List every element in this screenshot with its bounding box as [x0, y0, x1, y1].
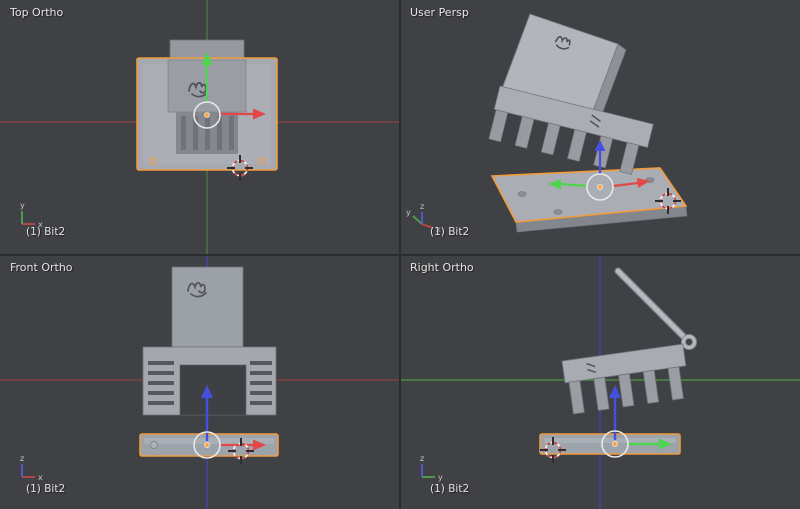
viewport-user-persp[interactable]: User Persp x y z (1) Bit2: [400, 0, 800, 255]
viewport-status: (1) Bit2: [430, 483, 470, 495]
gizmo-axis-label-y: y: [438, 473, 443, 482]
viewport-status: (1) Bit2: [26, 483, 66, 495]
viewport-top-ortho[interactable]: Top Ortho x y (1) Bit2: [0, 0, 400, 255]
blender-quad-view: Top Ortho x y (1) Bit2 User Persp x y z …: [0, 0, 800, 509]
gizmo-axis-label-y: y: [20, 201, 25, 210]
scene-top-ortho[interactable]: x y: [0, 0, 400, 255]
viewport-label: Front Ortho: [10, 261, 73, 274]
gizmo-axis-label-z: z: [420, 202, 424, 211]
scene-user-persp[interactable]: x y z: [400, 0, 800, 255]
gizmo-axis-label-y: y: [406, 208, 411, 217]
gizmo-axis-label-z: z: [420, 454, 424, 463]
viewport-status: (1) Bit2: [26, 226, 66, 238]
mini-axis-gizmo: x y: [20, 201, 43, 229]
viewport-right-ortho[interactable]: Right Ortho y z (1) Bit2: [400, 255, 800, 509]
viewport-status: (1) Bit2: [430, 226, 470, 238]
mini-axis-gizmo: x z: [20, 454, 43, 482]
scene-right-ortho[interactable]: y z: [400, 255, 800, 509]
scene-front-ortho[interactable]: x z: [0, 255, 400, 509]
viewport-separator-horizontal[interactable]: [0, 254, 800, 256]
object-pin-rod[interactable]: [614, 267, 697, 350]
object-comb-bracket[interactable]: [142, 346, 277, 416]
object-plate[interactable]: [171, 266, 244, 348]
viewport-label: User Persp: [410, 6, 469, 19]
mini-axis-gizmo: y z: [420, 454, 443, 482]
gizmo-axis-label-z: z: [20, 454, 24, 463]
object-comb[interactable]: [561, 343, 690, 415]
viewport-label: Right Ortho: [410, 261, 474, 274]
viewport-label: Top Ortho: [10, 6, 64, 19]
gizmo-axis-label-x: x: [38, 473, 43, 482]
viewport-front-ortho[interactable]: Front Ortho x z (1) Bit2: [0, 255, 400, 509]
object-comb-assembly[interactable]: [487, 13, 654, 177]
